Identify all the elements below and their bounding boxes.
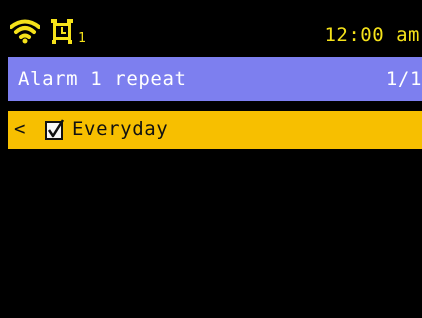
page-title: Alarm 1 repeat (18, 68, 187, 90)
checkbox-checked-icon[interactable] (44, 119, 66, 141)
page-indicator: 1/1 (385, 68, 422, 90)
status-bar: 1 12:00 am (0, 0, 422, 52)
alarm-index: 1 (78, 31, 86, 46)
device-screen: 1 12:00 am Alarm 1 repeat 1/1 < Everyday (0, 0, 422, 318)
menu-item-everyday[interactable]: < Everyday (8, 111, 422, 149)
title-bar: Alarm 1 repeat 1/1 (8, 57, 422, 101)
back-arrow-icon[interactable]: < (14, 118, 25, 140)
alarm-clock-icon (51, 19, 73, 44)
clock-time: 12:00 am (324, 24, 420, 46)
menu-item-label: Everyday (72, 118, 169, 140)
wifi-icon (10, 19, 40, 44)
